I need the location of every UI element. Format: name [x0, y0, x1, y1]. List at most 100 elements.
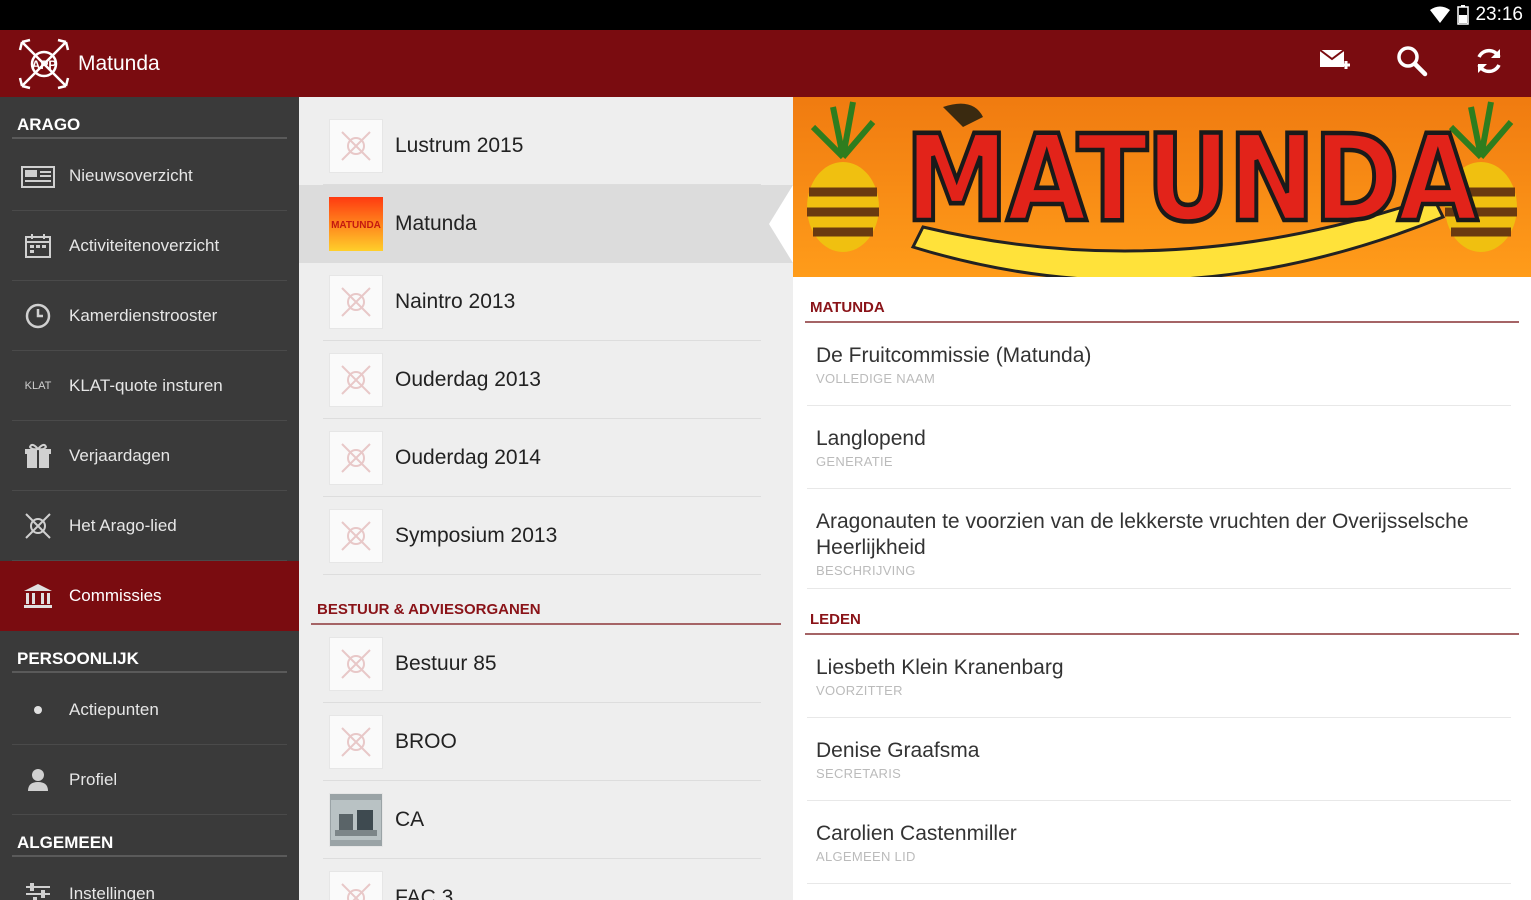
klat-icon: KLAT	[24, 380, 52, 392]
search-button[interactable]	[1373, 30, 1450, 97]
list-item-label: BROO	[395, 730, 457, 753]
list-item-label: FAC 3	[395, 886, 454, 900]
newspaper-icon	[20, 161, 56, 191]
drawer-item-label: Commissies	[69, 586, 162, 605]
committee-thumbnail	[329, 637, 383, 691]
battery-icon	[1457, 5, 1470, 25]
member-row[interactable]: Denise Graafsma SECRETARIS	[793, 718, 1531, 801]
member-name: Carolien Castenmiller	[816, 822, 1017, 845]
status-bar: 23:16	[0, 0, 1531, 30]
action-bar: APP Matunda	[0, 30, 1531, 97]
drawer-item-arago-lied[interactable]: Het Arago-lied	[0, 491, 299, 561]
refresh-icon	[1474, 46, 1504, 81]
detail-section-matunda: MATUNDA	[793, 277, 1531, 323]
member-name: Liesbeth Klein Kranenbarg	[816, 656, 1064, 679]
app-logo-icon[interactable]: APP	[14, 34, 74, 94]
detail-section-leden: LEDEN	[793, 589, 1531, 635]
list-item[interactable]: CA	[299, 781, 793, 859]
committee-banner: MATUNDA	[793, 97, 1531, 277]
navigation-drawer: ARAGO Nieuwsoverzicht Activiteitenoverzi…	[0, 97, 299, 900]
drawer-item-label: Het Arago-lied	[69, 516, 177, 535]
pineapple-icon-left	[807, 101, 879, 252]
drawer-item-kamerdienstrooster[interactable]: Kamerdienstrooster	[0, 281, 299, 351]
drawer-item-actiepunten[interactable]: Actiepunten	[0, 675, 299, 745]
drawer-item-label: Verjaardagen	[69, 446, 171, 465]
building-icon	[20, 581, 56, 611]
sliders-icon	[20, 879, 56, 900]
member-name: Denise Graafsma	[816, 739, 980, 762]
wifi-icon	[1429, 6, 1451, 24]
app-title: Matunda	[78, 51, 160, 75]
list-item[interactable]: Lustrum 2015	[299, 107, 793, 185]
member-row[interactable]: Liesbeth Klein Kranenbarg VOORZITTER	[793, 635, 1531, 718]
drawer-item-label: Kamerdienstrooster	[69, 306, 218, 325]
list-item[interactable]: Ouderdag 2013	[299, 341, 793, 419]
drawer-item-label: Nieuwsoverzicht	[69, 166, 193, 185]
detail-row-description: Aragonauten te voorzien van de lekkerste…	[793, 489, 1531, 589]
list-item[interactable]: BROO	[299, 703, 793, 781]
committee-thumbnail	[329, 871, 383, 900]
list-item-label: Ouderdag 2013	[395, 368, 541, 391]
drawer-item-verjaardagen[interactable]: Verjaardagen	[0, 421, 299, 491]
member-role: ALGEMEEN LID	[816, 849, 916, 864]
calendar-icon	[20, 231, 56, 261]
list-item-label: Naintro 2013	[395, 290, 516, 313]
list-section-bestuur: BESTUUR & ADVIESORGANEN	[299, 575, 793, 625]
detail-row-generation: Langlopend GENERATIE	[793, 406, 1531, 489]
clock-time: 23:16	[1475, 4, 1523, 25]
committee-list: Lustrum 2015 MATUNDA Matunda Naintro 201…	[299, 97, 793, 900]
detail-caption: BESCHRIJVING	[816, 563, 916, 578]
list-item-label: Matunda	[395, 212, 477, 235]
drawer-item-commissies[interactable]: Commissies	[0, 561, 299, 631]
list-item-label: Symposium 2013	[395, 524, 558, 547]
compose-message-icon	[1318, 47, 1352, 80]
selection-indicator	[769, 185, 793, 263]
drawer-section-persoonlijk: PERSOONLIJK	[0, 631, 299, 673]
list-item[interactable]: Ouderdag 2014	[299, 419, 793, 497]
drawer-item-activiteitenoverzicht[interactable]: Activiteitenoverzicht	[0, 211, 299, 281]
drawer-item-profiel[interactable]: Profiel	[0, 745, 299, 815]
drawer-item-label: Profiel	[69, 770, 118, 789]
detail-value: Langlopend	[816, 427, 926, 450]
detail-value: Aragonauten te voorzien van de lekkerste…	[816, 510, 1469, 559]
list-item-selected[interactable]: MATUNDA Matunda	[299, 185, 793, 263]
svg-text:APP: APP	[32, 58, 57, 72]
committee-detail: MATUNDA MATUNDA De Fruitcommissie (Matun…	[793, 97, 1531, 900]
list-item[interactable]: Bestuur 85	[299, 625, 793, 703]
list-item-label: Bestuur 85	[395, 652, 497, 675]
drawer-item-label: Actiepunten	[69, 700, 159, 719]
drawer-item-instellingen[interactable]: Instellingen	[0, 859, 299, 900]
drawer-item-nieuwsoverzicht[interactable]: Nieuwsoverzicht	[0, 141, 299, 211]
arago-logo-icon	[20, 511, 56, 541]
drawer-item-label: Instellingen	[69, 884, 156, 900]
member-role: VOORZITTER	[816, 683, 903, 698]
svg-text:MATUNDA: MATUNDA	[331, 220, 381, 231]
list-item-label: CA	[395, 808, 425, 831]
list-item-label: Ouderdag 2014	[395, 446, 541, 469]
user-icon	[20, 765, 56, 795]
member-role: SECRETARIS	[816, 766, 902, 781]
committee-thumbnail	[329, 431, 383, 485]
banner-title: MATUNDA	[903, 108, 1480, 249]
gift-icon	[20, 441, 56, 471]
detail-caption: GENERATIE	[816, 454, 893, 469]
refresh-button[interactable]	[1450, 30, 1527, 97]
committee-thumbnail	[329, 275, 383, 329]
detail-caption: VOLLEDIGE NAAM	[816, 371, 936, 386]
list-item[interactable]: Symposium 2013	[299, 497, 793, 575]
list-item-label: Lustrum 2015	[395, 134, 524, 157]
detail-value: De Fruitcommissie (Matunda)	[816, 344, 1092, 367]
list-item[interactable]: FAC 3	[299, 859, 793, 900]
committee-thumbnail	[329, 715, 383, 769]
list-item[interactable]: Naintro 2013	[299, 263, 793, 341]
bullet-icon	[20, 695, 56, 725]
drawer-item-klat-quote[interactable]: KLAT KLAT-quote insturen	[0, 351, 299, 421]
member-row[interactable]: Carolien Castenmiller ALGEMEEN LID	[793, 801, 1531, 884]
search-icon	[1396, 45, 1428, 82]
drawer-section-arago: ARAGO	[0, 97, 299, 139]
compose-message-button[interactable]	[1296, 30, 1373, 97]
detail-row-full-name: De Fruitcommissie (Matunda) VOLLEDIGE NA…	[793, 323, 1531, 406]
drawer-item-label: KLAT-quote insturen	[69, 376, 223, 395]
committee-thumbnail	[329, 119, 383, 173]
ca-thumbnail	[329, 793, 383, 847]
